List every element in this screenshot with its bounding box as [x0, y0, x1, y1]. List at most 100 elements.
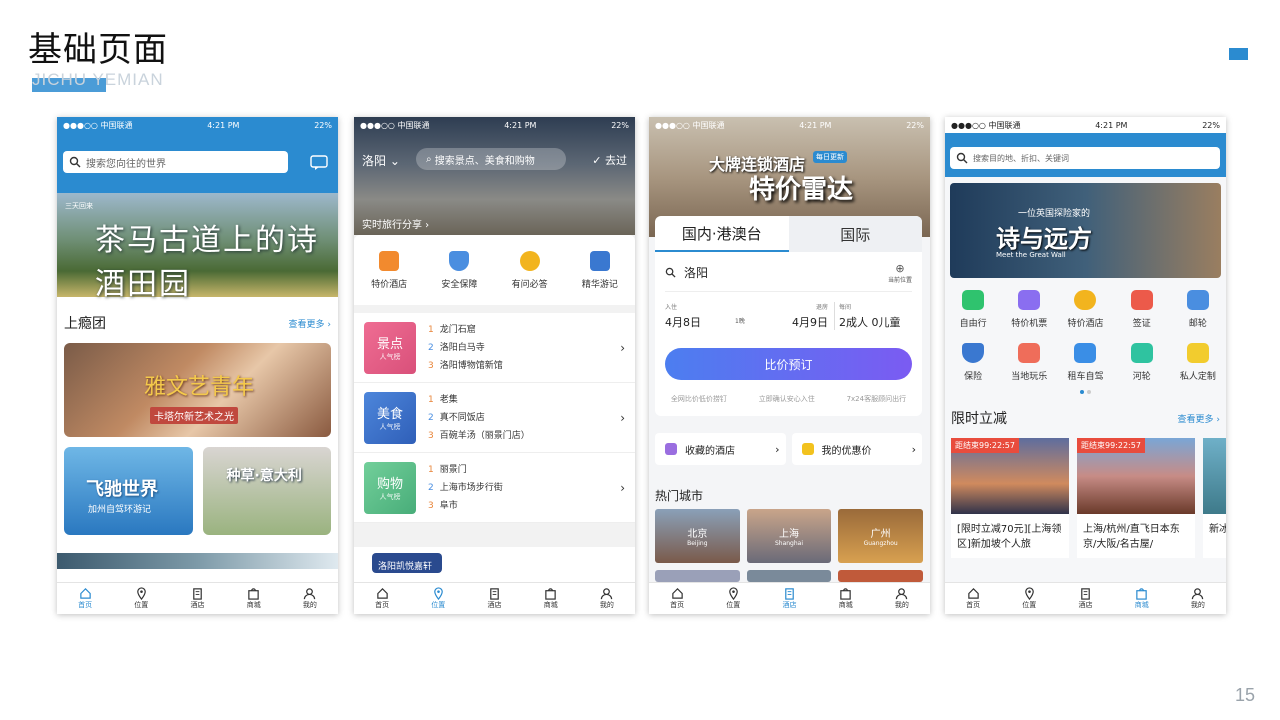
mall-banner[interactable]: 一位英国探险家的 诗与远方 Meet the Great Wall — [950, 183, 1221, 278]
rank-entry[interactable]: 2 真不同饭店 — [428, 409, 620, 427]
status-bar: ●●●○○ 中国联通 4:21 PM 22% — [57, 117, 338, 133]
rank-entry[interactable]: 1 老集 — [428, 391, 620, 409]
rank-entry[interactable]: 1 丽景门 — [428, 461, 620, 479]
tab-location[interactable]: 位置 — [705, 583, 761, 614]
service-visa[interactable]: 签证 — [1114, 290, 1170, 329]
city-card[interactable]: 北京 Beijing — [655, 509, 740, 563]
rank-entry[interactable]: 3 百碗羊汤（丽景门店） — [428, 427, 620, 445]
rank-item[interactable]: 美食 人气榜 1 老集 2 真不同饭店 3 百碗羊汤（丽景门店） › — [354, 383, 635, 453]
service-free-travel[interactable]: 自由行 — [945, 290, 1001, 329]
tab-hotel[interactable]: 酒店 — [169, 583, 225, 614]
search-icon: ⌕ — [426, 153, 435, 165]
tab-mall[interactable]: 商城 — [818, 583, 874, 614]
phone-hotel: ●●●○○ 中国联通 4:21 PM 22% 大牌连锁酒店 每日更新 特价雷达 国内… — [649, 117, 930, 614]
checkout-date[interactable]: 4月9日 — [792, 314, 828, 330]
city-card[interactable] — [746, 570, 832, 582]
live-share-link[interactable]: 实时旅行分享 › — [362, 216, 429, 231]
deal-card[interactable]: 新冰 — [1203, 438, 1226, 558]
visited-button[interactable]: ✓ 去过 — [592, 152, 627, 168]
deal-image: 距结束99:22:57 — [951, 438, 1069, 514]
favorite-hotels-button[interactable]: 收藏的酒店 › — [655, 433, 786, 465]
search-input[interactable]: ⌕ 搜索景点、美食和购物 — [416, 148, 566, 170]
city-card[interactable] — [655, 570, 740, 582]
tab-me[interactable]: 我的 — [579, 583, 635, 614]
tab-hotel[interactable]: 酒店 — [466, 583, 522, 614]
rank-entry[interactable]: 2 上海市场步行街 — [428, 479, 620, 497]
tab-home[interactable]: 首页 — [649, 583, 705, 614]
service-car-rental[interactable]: 租车自驾 — [1057, 343, 1113, 382]
tab-label: 酒店 — [487, 601, 502, 609]
home-banner[interactable]: 三天回来 茶马古道上的诗酒田园 — [57, 193, 338, 302]
see-more-link[interactable]: 查看更多 › — [1178, 412, 1220, 425]
rank-item[interactable]: 购物 人气榜 1 丽景门 2 上海市场步行街 3 阜市 › — [354, 453, 635, 523]
city-field[interactable]: 洛阳 ⊕ 当前位置 — [655, 252, 922, 284]
tab-label: 我的 — [599, 601, 614, 609]
tab-home[interactable]: 首页 — [945, 583, 1001, 614]
city-card[interactable]: 上海 Shanghai — [746, 509, 832, 563]
tab-location[interactable]: 位置 — [113, 583, 169, 614]
card-subtitle: 加州自驾环游记 — [88, 505, 152, 515]
cat-hotel[interactable]: 特价酒店 — [354, 250, 424, 290]
see-more-link[interactable]: 查看更多 › — [289, 317, 331, 330]
card-drive[interactable]: 飞驰世界 加州自驾环游记 — [64, 447, 193, 535]
service-hotels[interactable]: 特价酒店 — [1057, 290, 1113, 329]
tab-mall[interactable]: 商城 — [523, 583, 579, 614]
tab-domestic[interactable]: 国内·港澳台 — [655, 216, 789, 252]
locate-button[interactable]: ⊕ 当前位置 — [888, 262, 912, 284]
rank-entry[interactable]: 3 阜市 — [428, 497, 620, 515]
fav-label: 收藏的酒店 — [685, 445, 735, 457]
rank-entry[interactable]: 1 龙门石窟 — [428, 321, 620, 339]
carrier: ●●●○○ 中国联通 — [63, 120, 133, 130]
guests-value[interactable]: 2成人 0儿童 — [839, 314, 901, 330]
coupon-button[interactable]: 我的优惠价 › — [791, 433, 922, 465]
city-card[interactable]: 广州 Guangzhou — [838, 509, 923, 563]
visited-label: 去过 — [605, 154, 627, 167]
tab-location[interactable]: 位置 — [1001, 583, 1057, 614]
card-italy[interactable]: 种草·意大利 — [202, 447, 331, 535]
note: 立即确认安心入住 — [758, 395, 815, 403]
rank-entry[interactable]: 3 洛阳博物馆新馆 — [428, 357, 620, 375]
service-river-cruise[interactable]: 河轮 — [1114, 343, 1170, 382]
countdown-badge: 距结束99:22:57 — [951, 438, 1019, 453]
tab-location[interactable]: 位置 — [410, 583, 466, 614]
book-button[interactable]: 比价预订 — [665, 348, 912, 380]
deal-card[interactable]: 距结束99:22:57 [限时立减70元][上海领区]新加坡个人旅 — [951, 438, 1069, 558]
tab-hotel[interactable]: 酒店 — [1057, 583, 1113, 614]
tab-me[interactable]: 我的 — [874, 583, 930, 614]
rank-item[interactable]: 景点 人气榜 1 龙门石窟 2 洛阳白马寺 3 洛阳博物馆新馆 › — [354, 313, 635, 383]
tab-home[interactable]: 首页 — [57, 583, 113, 614]
service-insurance[interactable]: 保险 — [945, 343, 1001, 382]
date-row[interactable]: 入住 4月8日 1晚 退房 4月9日 每间 2成人 0儿童 — [665, 291, 912, 330]
tab-mall[interactable]: 商城 — [1114, 583, 1170, 614]
service-flights[interactable]: 特价机票 — [1001, 290, 1057, 329]
status-bar: ●●●○○ 中国联通 4:21 PM 22% — [945, 117, 1226, 133]
city-card[interactable] — [838, 570, 923, 582]
tab-mall[interactable]: 商城 — [226, 583, 282, 614]
cat-safety[interactable]: 安全保障 — [424, 250, 494, 290]
service-custom[interactable]: 私人定制 — [1170, 343, 1226, 382]
info-icon — [519, 250, 540, 271]
search-input[interactable]: 搜索目的地、折扣、关键词 — [950, 147, 1220, 169]
search-icon — [665, 267, 676, 278]
message-icon[interactable] — [310, 155, 328, 171]
tab-international[interactable]: 国际 — [788, 216, 922, 252]
service-cruise[interactable]: 邮轮 — [1170, 290, 1226, 329]
cat-notes[interactable]: 精华游记 — [565, 250, 635, 290]
service-label: 特价机票 — [1011, 319, 1048, 329]
cat-qa[interactable]: 有问必答 — [495, 250, 565, 290]
hotel-preview[interactable]: 洛阳凯悦嘉轩 — [354, 547, 635, 582]
tab-hotel[interactable]: 酒店 — [761, 583, 817, 614]
pencil-icon — [1186, 343, 1209, 363]
tab-home[interactable]: 首页 — [354, 583, 410, 614]
tab-me[interactable]: 我的 — [282, 583, 338, 614]
section-header: 限时立减 查看更多 › — [945, 408, 1226, 428]
deal-card[interactable]: 距结束99:22:57 上海/杭州/直飞日本东京/大阪/名古屋/ — [1077, 438, 1195, 558]
rank-entry[interactable]: 2 洛阳白马寺 — [428, 339, 620, 357]
city-selector[interactable]: 洛阳 ⌄ — [362, 152, 400, 169]
tab-me[interactable]: 我的 — [1170, 583, 1226, 614]
tab-label: 位置 — [134, 601, 149, 609]
search-input[interactable]: 搜索您向往的世界 — [63, 151, 288, 173]
feature-card[interactable]: 雅文艺青年 卡塔尔新艺术之光 — [64, 343, 331, 437]
service-local-fun[interactable]: 当地玩乐 — [1001, 343, 1057, 382]
checkin-date[interactable]: 4月8日 — [665, 314, 735, 330]
